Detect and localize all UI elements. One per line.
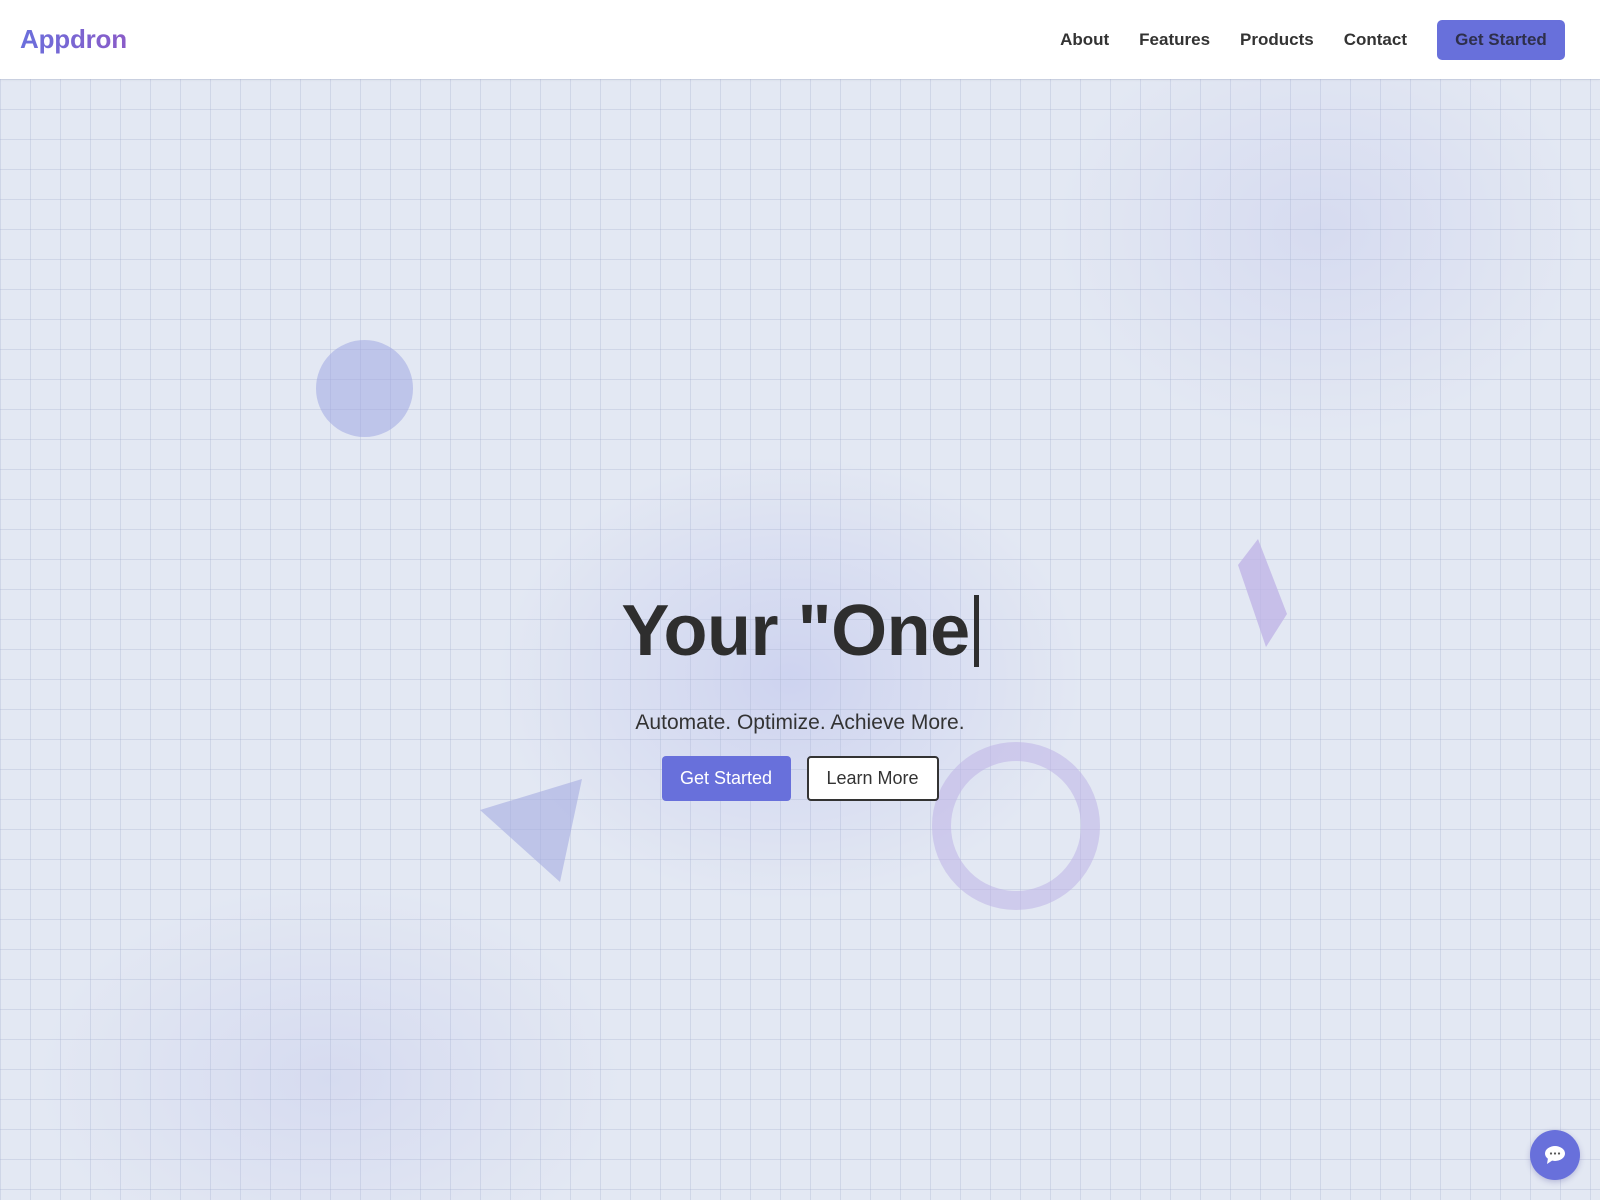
hero-section: Your "One Automate. Optimize. Achieve Mo… <box>0 79 1600 1200</box>
hero-learn-more-button[interactable]: Learn More <box>806 756 939 801</box>
hero-title: Your "One <box>621 591 979 671</box>
nav-link-contact[interactable]: Contact <box>1344 30 1407 50</box>
hero-get-started-button[interactable]: Get Started <box>661 756 791 801</box>
logo[interactable]: Appdron <box>20 24 127 55</box>
typing-cursor <box>973 595 979 667</box>
hero-buttons: Get Started Learn More <box>0 756 1600 801</box>
hero-content: Your "One Automate. Optimize. Achieve Mo… <box>0 591 1600 801</box>
navbar: Appdron About Features Products Contact … <box>0 0 1600 79</box>
nav-link-features[interactable]: Features <box>1139 30 1210 50</box>
hero-title-text: Your "One <box>621 591 970 671</box>
chat-bubble-icon <box>1545 1146 1565 1164</box>
nav-link-products[interactable]: Products <box>1240 30 1314 50</box>
hero-subtitle: Automate. Optimize. Achieve More. <box>635 711 965 734</box>
decorative-circle <box>316 340 413 437</box>
chat-widget-button[interactable] <box>1530 1130 1580 1180</box>
nav-get-started-button[interactable]: Get Started <box>1437 19 1565 60</box>
nav-link-about[interactable]: About <box>1060 30 1109 50</box>
nav-links: About Features Products Contact Get Star… <box>1060 19 1565 60</box>
